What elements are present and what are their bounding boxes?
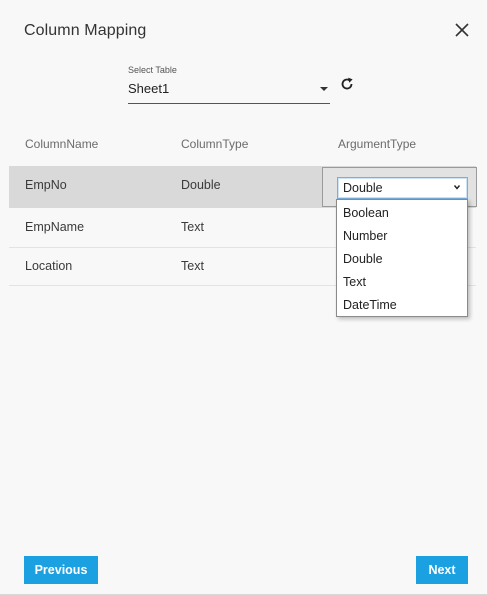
argument-type-select[interactable]: Double [337, 177, 468, 199]
argument-type-options: Boolean Number Double Text DateTime [336, 199, 468, 317]
select-table-value: Sheet1 [128, 81, 170, 96]
dialog-title: Column Mapping [24, 22, 147, 39]
chevron-down-icon [453, 185, 461, 190]
option-double[interactable]: Double [343, 252, 383, 266]
row-column-type: Text [181, 220, 204, 234]
next-button[interactable]: Next [416, 556, 468, 584]
argument-type-value: Double [343, 181, 383, 195]
close-icon[interactable] [452, 20, 472, 40]
row-column-type: Double [181, 178, 221, 192]
previous-button[interactable]: Previous [24, 556, 98, 584]
column-mapping-dialog: Column Mapping Select Table Sheet1 Colum… [0, 0, 488, 595]
row-column-name: EmpNo [25, 178, 67, 192]
row-column-type: Text [181, 259, 204, 273]
row-column-name: Location [25, 259, 73, 273]
select-table-field: Select Table Sheet1 [128, 65, 330, 104]
option-datetime[interactable]: DateTime [343, 298, 397, 312]
column-header-argument: ArgumentType [338, 137, 417, 151]
chevron-down-icon [320, 87, 328, 91]
select-table-dropdown[interactable]: Sheet1 [128, 80, 330, 104]
option-boolean[interactable]: Boolean [343, 206, 389, 220]
column-header-name: ColumnName [25, 137, 99, 151]
row-column-name: EmpName [25, 220, 85, 234]
refresh-icon[interactable] [338, 75, 356, 93]
select-table-label: Select Table [128, 65, 177, 75]
column-header-type: ColumnType [181, 137, 249, 151]
option-text[interactable]: Text [343, 275, 366, 289]
option-number[interactable]: Number [343, 229, 387, 243]
